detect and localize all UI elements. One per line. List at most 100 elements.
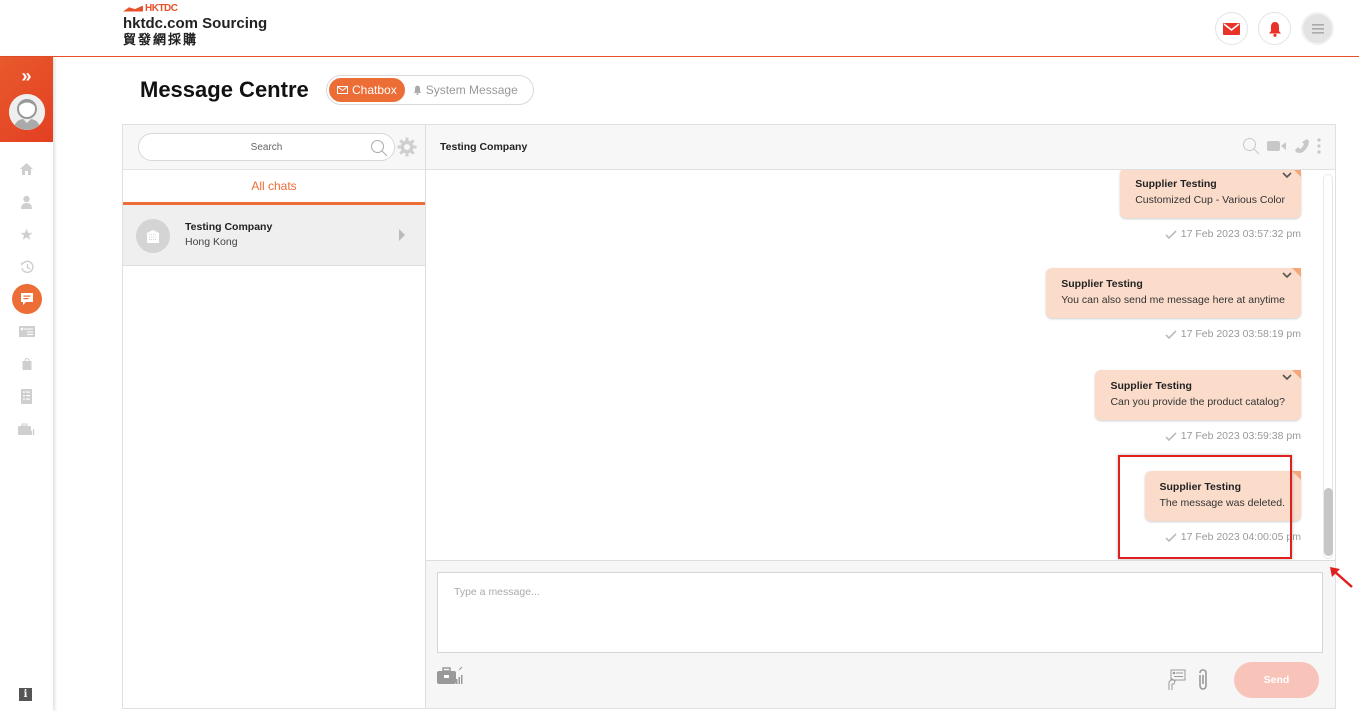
hktdc-mark: HKTDC [123,3,267,14]
message-sender: Supplier Testing [1135,178,1217,190]
left-nav-rail: » i [0,57,53,711]
bag-icon [22,358,31,371]
chat-icon [20,293,33,306]
mail-button[interactable] [1215,12,1248,45]
user-icon [21,195,32,209]
star-icon [20,228,33,240]
card-icon [18,326,35,338]
rail-header: » [0,57,53,142]
page-title: Message Centre [140,77,309,102]
tab-system-message[interactable]: System Message [405,78,526,102]
hktdc-logo[interactable]: HKTDC hktdc.com Sourcing 貿發網採購 [123,3,267,47]
rail-item-history[interactable] [0,251,53,284]
conversation-tools [1242,137,1321,155]
search-icon[interactable] [1242,137,1260,155]
tab-chatbox[interactable]: Chatbox [329,78,405,102]
conversation-title: Testing Company [440,141,528,153]
timestamp-text: 17 Feb 2023 03:57:32 pm [1180,228,1301,240]
bubble-corner [1292,370,1301,379]
home-icon [20,163,33,176]
search-icon [371,140,388,157]
search-placeholder: Search [250,141,283,153]
rail-item-favourites[interactable] [0,218,53,251]
menu-icon [1311,23,1324,34]
timestamp-text: 17 Feb 2023 03:58:19 pm [1180,328,1301,340]
top-header: HKTDC hktdc.com Sourcing 貿發網採購 [0,0,1359,57]
composer-actions: Send [1166,662,1319,698]
chevron-down-icon[interactable] [1282,172,1292,179]
message-bubble[interactable]: Supplier Testing Customized Cup - Variou… [1120,170,1301,218]
message-input[interactable] [437,572,1323,653]
briefcase-chart-icon [437,666,463,684]
chat-company-location: Hong Kong [185,236,238,248]
rail-item-sourcing[interactable] [0,413,53,446]
message-bubble[interactable]: Supplier Testing Can you provide the pro… [1095,370,1301,420]
chat-list-pane: Search All chats Testing Company Hong Ko… [123,125,426,708]
phone-icon[interactable] [1294,138,1310,154]
message-timestamp: 17 Feb 2023 03:58:19 pm [1046,328,1301,340]
header-actions [1215,12,1334,45]
message-item: Supplier Testing Customized Cup - Variou… [1120,170,1301,240]
mail-icon [337,86,348,94]
check-icon [1165,229,1177,239]
rail-item-profile[interactable] [0,186,53,219]
message-bubble[interactable]: Supplier Testing You can also send me me… [1046,268,1301,318]
expand-rail-button[interactable]: » [0,67,53,85]
message-tabs: Chatbox System Message [326,75,534,105]
video-call-icon[interactable] [1267,140,1287,152]
rail-item-checklist[interactable] [0,381,53,414]
bell-icon [413,85,421,95]
sourcing-tool-button[interactable] [437,666,463,689]
message-item: Supplier Testing You can also send me me… [1046,268,1301,340]
chevron-down-icon[interactable] [1282,374,1292,381]
check-icon [1165,329,1177,339]
tab-system-message-label: System Message [425,83,518,97]
all-chats-filter[interactable]: All chats [123,170,425,205]
conversation-pane: Testing Company Supplier Testing Customi… [426,125,1335,708]
more-options-icon[interactable] [1317,138,1321,154]
message-panel: Search All chats Testing Company Hong Ko… [122,124,1336,709]
message-text: Can you provide the product catalog? [1110,396,1285,408]
rail-menu [0,153,53,446]
search-row: Search [123,125,425,170]
annotation-arrow-icon [1330,567,1353,588]
rail-item-shopping[interactable] [0,348,53,381]
brand-main: hktdc.com Sourcing [123,15,268,32]
bell-icon [1268,21,1281,37]
scrollbar-thumb[interactable] [1324,488,1333,556]
rail-item-cards[interactable] [0,316,53,349]
message-sender: Supplier Testing [1110,380,1192,392]
timestamp-text: 17 Feb 2023 03:59:38 pm [1180,430,1301,442]
rail-item-home[interactable] [0,153,53,186]
info-button[interactable]: i [19,688,32,701]
search-input[interactable]: Search [138,133,395,161]
mail-icon [1223,22,1240,35]
chevron-down-icon[interactable] [1282,272,1292,279]
bubble-corner [1292,471,1301,480]
annotation-highlight-box [1118,455,1292,559]
chat-list-item[interactable]: Testing Company Hong Kong [123,205,425,266]
main-menu-button[interactable] [1301,12,1334,45]
message-scrollbar[interactable] [1321,170,1335,560]
avatar-icon [9,94,45,130]
hktdc-swoosh-icon [123,5,143,12]
chevron-right-icon [399,229,405,241]
message-sender: Supplier Testing [1061,278,1143,290]
conversation-header: Testing Company [426,125,1335,170]
chat-company-name: Testing Company [185,221,273,233]
message-item: Supplier Testing Can you provide the pro… [1095,370,1301,442]
rail-item-messages[interactable] [0,283,53,316]
tab-chatbox-label: Chatbox [352,83,397,97]
notifications-button[interactable] [1258,12,1291,45]
message-list: Supplier Testing Customized Cup - Variou… [426,170,1335,560]
brand-chinese: 貿發網採購 [123,32,199,47]
message-timestamp: 17 Feb 2023 03:59:38 pm [1095,430,1301,442]
briefcase-chart-icon [18,423,35,436]
send-button[interactable]: Send [1234,662,1319,698]
brand-small: HKTDC [145,2,178,14]
bubble-corner [1292,268,1301,277]
user-avatar[interactable] [9,94,45,130]
settings-gear-icon[interactable] [397,137,417,157]
business-card-icon[interactable] [1166,669,1186,691]
attachment-icon[interactable] [1196,669,1210,691]
